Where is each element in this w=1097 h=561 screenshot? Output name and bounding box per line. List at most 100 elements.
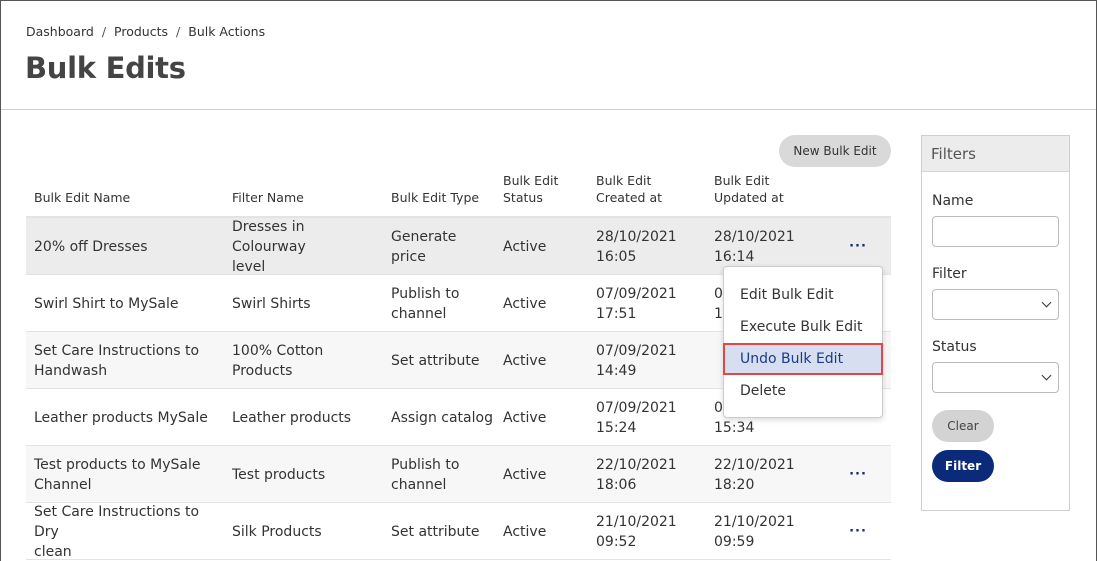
new-bulk-edit-button[interactable]: New Bulk Edit	[779, 135, 891, 167]
cell-name: Test products to MySale Channel	[34, 446, 224, 503]
page-title: Bulk Edits	[25, 51, 186, 85]
cell-created-at-line: 17:51	[596, 305, 637, 322]
cell-created-at-line: 18:06	[596, 476, 637, 493]
breadcrumb-bulk-actions[interactable]: Bulk Actions	[188, 24, 265, 39]
column-header-updated-at[interactable]: Bulk Edit Updated at	[714, 172, 784, 206]
clear-filters-button[interactable]: Clear	[932, 410, 994, 442]
menu-item-delete[interactable]: Delete	[724, 375, 882, 407]
cell-name-line: Leather products MySale	[34, 409, 208, 426]
cell-type-line: Publish to	[391, 456, 460, 473]
cell-updated-at-line: 0	[714, 285, 723, 302]
breadcrumb-products[interactable]: Products	[114, 24, 168, 39]
cell-type: Generate price	[391, 218, 496, 275]
cell-status: Active	[503, 523, 547, 540]
cell-created-at-line: 21/10/2021	[596, 513, 677, 530]
cell-created-at-line: 09:52	[596, 533, 637, 550]
cell-name: Set Care Instructions to Dry clean	[34, 503, 224, 560]
cell-status: Active	[503, 238, 547, 255]
table-header: Bulk Edit Name Filter Name Bulk Edit Typ…	[26, 171, 891, 218]
cell-name-line: Set Care Instructions to	[34, 342, 200, 359]
cell-name-line: Test products to MySale	[34, 456, 201, 473]
cell-filter-name-line: 100% Cotton	[232, 342, 324, 359]
filters-panel: Filters Name Filter Status Clear Filter	[921, 135, 1070, 511]
filters-title: Filters	[922, 136, 1069, 172]
cell-updated-at-line: 15:34	[714, 419, 755, 436]
cell-type-line: channel	[391, 476, 447, 493]
cell-name: Leather products MySale	[34, 389, 224, 446]
cell-created-at-line: 22/10/2021	[596, 456, 677, 473]
column-header-created-at[interactable]: Bulk Edit Created at	[596, 172, 662, 206]
cell-updated-at-line: 09:59	[714, 533, 755, 550]
cell-created-at-line: 07/09/2021	[596, 399, 677, 416]
cell-created-at-line: 14:49	[596, 362, 637, 379]
cell-type-line: Assign catalog	[391, 409, 493, 426]
chevron-down-icon	[1041, 297, 1052, 308]
name-filter-input[interactable]	[932, 216, 1059, 247]
filter-select-label: Filter	[932, 266, 967, 282]
cell-status: Active	[503, 466, 547, 483]
cell-type-line: Publish to	[391, 285, 460, 302]
cell-type: Assign catalog	[391, 389, 496, 446]
breadcrumb-separator: /	[176, 24, 181, 39]
cell-created-at-line: 07/09/2021	[596, 342, 677, 359]
column-header-type[interactable]: Bulk Edit Type	[391, 189, 479, 206]
cell-type-line: Generate	[391, 228, 457, 245]
column-header-filter-name[interactable]: Filter Name	[232, 189, 304, 206]
cell-created-at: 21/10/2021 09:52	[596, 503, 706, 560]
cell-created-at: 07/09/2021 15:24	[596, 389, 706, 446]
cell-updated-at-line: 16:14	[714, 248, 755, 265]
cell-created-at: 07/09/2021 14:49	[596, 332, 706, 389]
row-actions-icon[interactable]: ···	[848, 446, 868, 503]
cell-updated-at-line: 18:20	[714, 476, 755, 493]
cell-updated-at: 22/10/2021 18:20	[714, 446, 824, 503]
column-header-status[interactable]: Bulk Edit Status	[503, 172, 558, 206]
cell-name-line: Set Care Instructions to Dry	[34, 503, 200, 540]
row-actions-menu: Edit Bulk Edit Execute Bulk Edit Undo Bu…	[723, 266, 883, 418]
cell-filter-name: Dresses in Colourway level	[232, 218, 382, 275]
breadcrumb-dashboard[interactable]: Dashboard	[26, 24, 94, 39]
cell-created-at: 28/10/2021 16:05	[596, 218, 706, 275]
menu-item-execute-bulk-edit[interactable]: Execute Bulk Edit	[724, 311, 882, 343]
cell-updated-at-line: 1	[714, 305, 723, 322]
cell-filter-name: Silk Products	[232, 503, 382, 560]
row-actions-icon[interactable]: ···	[848, 503, 868, 560]
cell-created-at-line: 15:24	[596, 419, 637, 436]
cell-created-at-line: 07/09/2021	[596, 285, 677, 302]
cell-created-at-line: 28/10/2021	[596, 228, 677, 245]
status-select[interactable]	[932, 362, 1059, 393]
apply-filter-button[interactable]: Filter	[932, 450, 994, 482]
menu-item-edit-bulk-edit[interactable]: Edit Bulk Edit	[724, 279, 882, 311]
breadcrumb: Dashboard / Products / Bulk Actions	[26, 24, 265, 39]
status-select-label: Status	[932, 339, 977, 355]
breadcrumb-separator: /	[101, 24, 107, 39]
cell-updated-at-line: 22/10/2021	[714, 456, 795, 473]
table-row[interactable]: Test products to MySale Channel Test produ…	[26, 446, 891, 503]
cell-type: Publish to channel	[391, 275, 496, 332]
filter-select[interactable]	[932, 289, 1059, 320]
cell-updated-at: 21/10/2021 09:59	[714, 503, 824, 560]
column-header-name[interactable]: Bulk Edit Name	[34, 189, 130, 206]
menu-item-undo-bulk-edit[interactable]: Undo Bulk Edit	[723, 343, 883, 375]
table-row[interactable]: Set Care Instructions to Dry clean Silk Pr…	[26, 503, 891, 560]
name-filter-label: Name	[932, 193, 974, 209]
cell-type-line: channel	[391, 305, 447, 322]
app-frame: Dashboard / Products / Bulk Actions Bulk…	[0, 0, 1097, 561]
cell-name: Set Care Instructions to Handwash	[34, 332, 224, 389]
cell-filter-name: Leather products	[232, 389, 382, 446]
cell-filter-name-line: Products	[232, 362, 293, 379]
cell-filter-name-line: Silk Products	[232, 523, 322, 540]
page-header: Dashboard / Products / Bulk Actions Bulk…	[1, 1, 1096, 110]
cell-type: Publish to channel	[391, 446, 496, 503]
cell-filter-name-line: level	[232, 258, 266, 275]
cell-filter-name-line: Leather products	[232, 409, 352, 426]
cell-name-line: Handwash	[34, 362, 108, 379]
cell-type-line: Set attribute	[391, 523, 480, 540]
cell-type: Set attribute	[391, 332, 496, 389]
cell-type-line: Set attribute	[391, 352, 480, 369]
cell-status: Active	[503, 295, 547, 312]
cell-filter-name: Test products	[232, 446, 382, 503]
cell-name-line: Channel	[34, 476, 92, 493]
cell-filter-name-line: Dresses in Colourway	[232, 218, 306, 255]
cell-name-line: Swirl Shirt to MySale	[34, 295, 179, 312]
cell-created-at-line: 16:05	[596, 248, 637, 265]
